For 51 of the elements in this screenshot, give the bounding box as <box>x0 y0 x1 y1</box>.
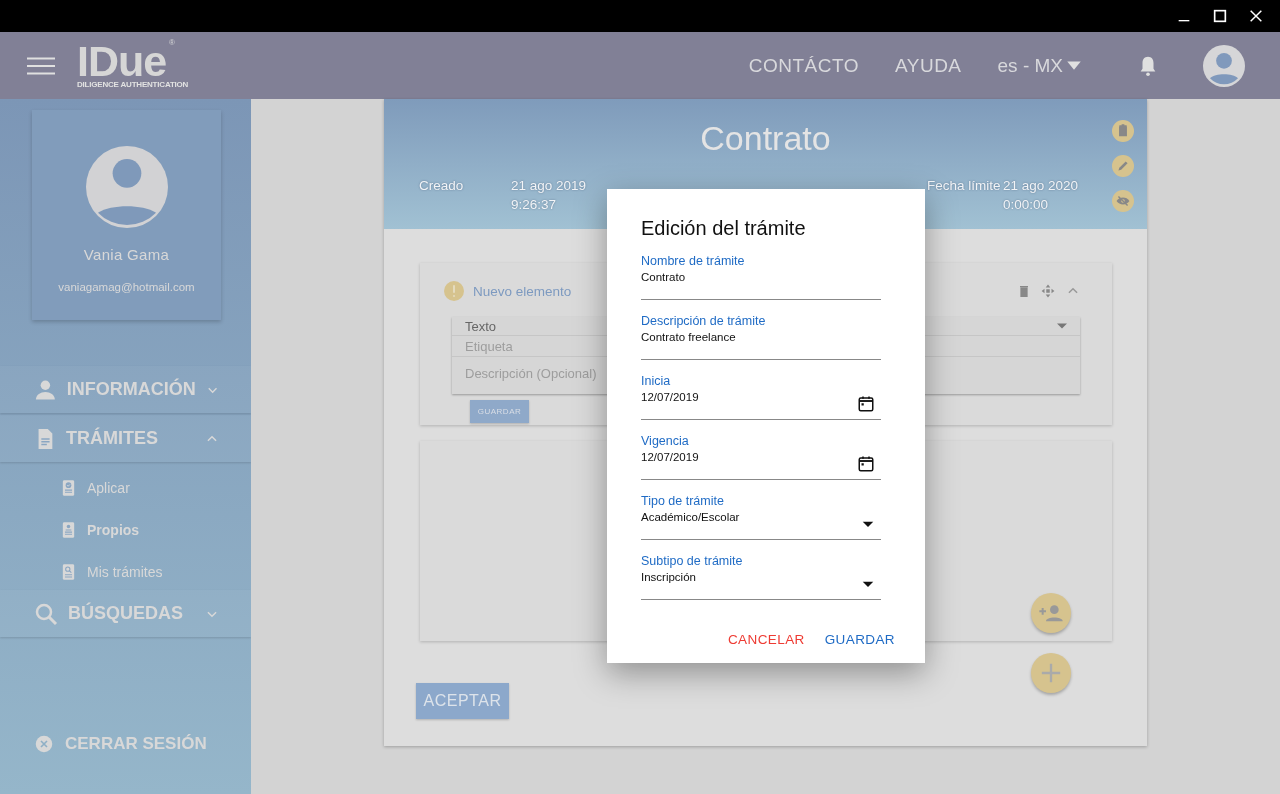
avatar-icon <box>85 146 168 228</box>
sidebar-section[interactable]: TRÁMITES <box>0 415 251 462</box>
trash-icon[interactable] <box>1112 120 1134 142</box>
meta-value: 21 ago 2019 9:26:37 <box>511 177 588 214</box>
nav-link[interactable]: CONTÁCTO <box>748 54 859 77</box>
warning-icon <box>444 281 464 301</box>
trash-icon[interactable] <box>1018 285 1030 297</box>
nav-link[interactable]: AYUDA <box>895 54 962 77</box>
calendar-icon <box>857 395 875 413</box>
date-field[interactable]: Vigencia 12/07/2019 <box>641 433 881 480</box>
search-icon <box>34 601 58 626</box>
maximize-icon[interactable] <box>1212 8 1228 24</box>
dialog-title: Edición del trámite <box>641 217 807 240</box>
select-field[interactable]: Tipo de trámite Académico/Escolar <box>641 493 881 540</box>
sidebar-item[interactable]: Propios <box>60 520 251 540</box>
calendar-icon <box>857 455 875 473</box>
document-search-icon <box>60 561 77 583</box>
logo-tagline: DILIGENCE AUTHENTICATION <box>77 80 189 89</box>
close-icon[interactable] <box>1248 8 1264 24</box>
record-title: Contrato <box>699 119 832 158</box>
sidebar-section[interactable]: INFORMACIÓN <box>0 366 251 413</box>
pencil-icon[interactable] <box>1112 155 1134 177</box>
date-field[interactable]: Inicia 12/07/2019 <box>641 373 881 420</box>
move-icon[interactable] <box>1041 284 1055 298</box>
sidebar-section[interactable]: BÚSQUEDAS <box>0 590 251 637</box>
language-selector[interactable]: es - MX <box>997 54 1083 77</box>
sidebar-item[interactable]: Mis trámites <box>60 562 251 582</box>
save-button[interactable]: GUARDAR <box>470 400 529 423</box>
eye-slash-icon[interactable] <box>1112 190 1134 212</box>
select-field[interactable]: Subtipo de trámite Inscripción <box>641 553 881 600</box>
input-field[interactable]: Descripción de trámite Contrato freelance <box>641 313 881 360</box>
input-field[interactable]: Nombre de trámite Contrato <box>641 253 881 300</box>
accept-button[interactable]: ACEPTAR <box>416 683 509 719</box>
user-name: Vania Gama <box>83 246 170 263</box>
logout-link[interactable]: CERRAR SESIÓN <box>35 734 251 754</box>
user-email: vaniagamag@hotmail.com <box>58 281 195 293</box>
registered-mark: ® <box>169 38 175 47</box>
element-title: Nuevo elemento <box>473 283 573 299</box>
menu-icon[interactable] <box>27 55 55 76</box>
badge-check-icon <box>60 477 77 499</box>
id-card-icon <box>60 519 77 541</box>
meta-label: Creado <box>419 177 465 195</box>
avatar-icon[interactable] <box>1203 44 1245 87</box>
meta-label: Fecha límite <box>927 177 1002 195</box>
logo-wordmark: IDue <box>77 42 167 80</box>
meta-value: 21 ago 2020 0:00:00 <box>1003 177 1080 214</box>
close-circle-icon <box>35 735 53 753</box>
plus-icon[interactable] <box>1031 653 1071 693</box>
save-button[interactable]: GUARDAR <box>824 632 895 647</box>
sidebar-item[interactable]: Aplicar <box>60 478 251 498</box>
cancel-button[interactable]: CANCELAR <box>727 632 805 647</box>
